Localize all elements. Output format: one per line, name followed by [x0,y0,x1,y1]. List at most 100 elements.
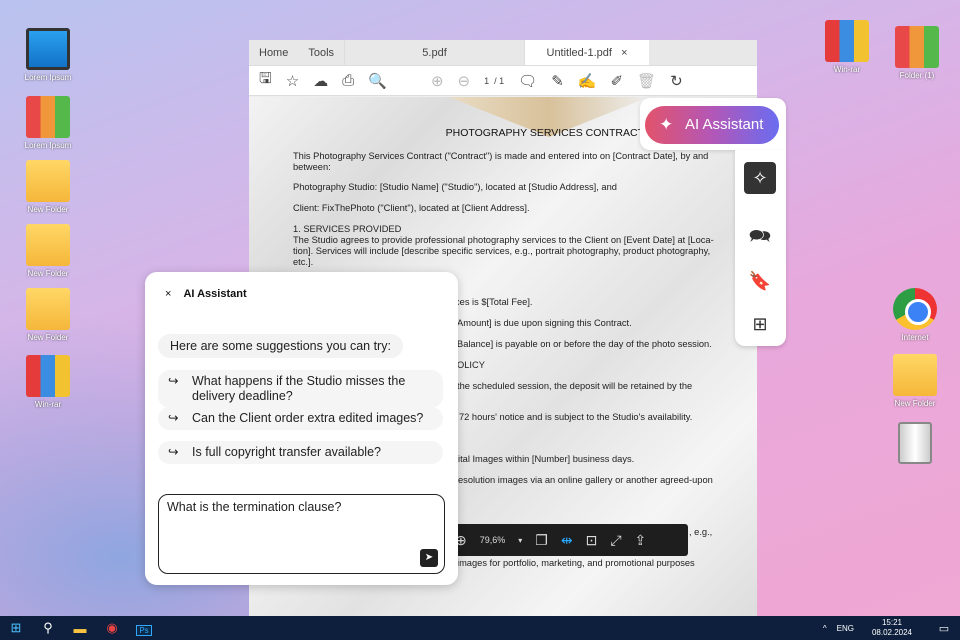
page-indicator[interactable]: 1 / 1 [484,76,504,86]
bookmark-icon[interactable]: 🔖 [744,265,776,297]
notifications-icon[interactable]: ▭ [928,622,960,635]
icon-label: Win-rar [833,65,861,74]
edit-tag-icon[interactable]: ✐ [610,72,623,90]
suggestion-item[interactable]: ↪ Is full copyright transfer available? [158,441,443,464]
page-current-input[interactable]: 1 [484,76,489,86]
tab-untitled[interactable]: Untitled-1.pdf × [524,40,650,65]
icon-label: Win-rar [34,400,62,409]
close-icon[interactable]: × [165,288,171,300]
icon-label: Internet [901,333,929,342]
comment-icon[interactable]: 🗨 [518,72,537,90]
computer-icon [26,28,70,70]
icon-label: New Folder [27,269,69,278]
zoom-level[interactable]: 79,6% [480,535,506,545]
doc-line: the scheduled session, the deposit will … [457,381,693,391]
doc-line: Amount] is due upon signing this Contrac… [457,318,632,328]
icon-label: Lorem Ipsum [24,73,72,82]
page-down-icon[interactable]: ⊖ [458,72,471,90]
doc-line: images for portfolio, marketing, and pro… [457,558,695,568]
photoshop-icon[interactable]: Ps [128,621,160,636]
message-input[interactable]: What is the termination clause? ➤ [158,494,445,574]
desktop-icon-folder1[interactable]: Folder (1) [882,26,952,80]
desktop-icon-folder[interactable]: New Folder [13,288,83,342]
page-total: / 1 [494,75,505,86]
desktop-icon-computer[interactable]: Lorem Ipsum [13,28,83,82]
date: 08.02.2024 [871,628,912,637]
doc-line: etc.]. [293,257,314,267]
fit-page-icon[interactable]: ⊡ [586,532,598,549]
close-tab-icon[interactable]: × [621,47,627,59]
windows-start-icon[interactable]: ⊞ [0,620,32,636]
desktop-icon-recycle-bin[interactable] [880,422,950,467]
folder-icon [893,354,937,396]
highlight-icon[interactable]: ✎ [551,72,564,90]
input-text: What is the termination clause? [167,500,342,514]
ai-assistant-button[interactable]: ✦ AI Assistant [645,106,779,144]
panel-title: AI Assistant [183,288,247,300]
tab-tools[interactable]: Tools [298,40,344,65]
folder-icon [26,224,70,266]
language-indicator[interactable]: ENG [837,624,854,633]
chevron-up-icon[interactable]: ^ [823,624,827,633]
icon-label: New Folder [27,205,69,214]
search-icon[interactable]: ⚲ [32,620,64,636]
desktop-icon-winrar[interactable]: Win-rar [13,355,83,409]
sign-icon[interactable]: ✍ [578,72,597,90]
tab-label: Untitled-1.pdf [546,47,612,59]
upload-cloud-icon[interactable]: ☁ [313,72,328,90]
fullscreen-icon[interactable]: ⤢ [610,532,621,549]
toolbar: 🖫 ☆ ☁ ⎙ 🔍 ⊕ ⊖ 1 / 1 🗨 ✎ ✍ ✐ 🗑 ↻ [249,66,757,96]
search-icon[interactable]: 🔍 [368,72,387,90]
doc-line: This Photography Services Contract ("Con… [293,151,709,161]
doc-line: Client: FixThePhoto ("Client"), located … [293,203,530,213]
chevron-down-icon[interactable]: ▾ [518,536,522,545]
doc-line: Photography Studio: [Studio Name] ("Stud… [293,182,617,192]
right-side-panel: ✧ 🗪 🔖 ⊞ [735,150,786,346]
save-icon[interactable]: 🖫 [259,68,272,93]
desktop-icon-folder[interactable]: New Folder [13,224,83,278]
doc-line: Balance] is payable on or before the day… [457,339,712,349]
desktop-icon-folder[interactable]: New Folder [13,160,83,214]
comments-icon[interactable]: 🗪 [744,220,776,252]
suggestion-text: Is full copyright transfer available? [192,445,381,459]
intro-message: Here are some suggestions you can try: [158,334,403,358]
send-icon[interactable]: ➤ [420,549,438,567]
arrow-icon: ↪ [168,411,179,425]
ai-assistant-button-container: ✦ AI Assistant [640,98,786,150]
desktop-icon-winrar[interactable]: Win-rar [812,20,882,74]
doc-line: between: [293,162,331,172]
icon-label: Lorem Ipsum [24,141,72,150]
tab-bar: Home Tools 5.pdf Untitled-1.pdf × [249,40,757,66]
folder-icon [26,160,70,202]
binders-icon [26,96,70,138]
print-icon[interactable]: ⎙ [342,72,354,89]
doc-line: The Studio agrees to provide professiona… [293,235,714,245]
suggestion-item[interactable]: ↪ Can the Client order extra edited image… [158,407,443,430]
icon-label: New Folder [27,333,69,342]
desktop-icon-binders[interactable]: Lorem Ipsum [13,96,83,150]
doc-line: 1. SERVICES PROVIDED [293,224,402,234]
suggestion-text: Can the Client order extra edited images… [192,411,424,425]
clock[interactable]: 15:21 08.02.2024 [872,618,912,638]
suggestion-item[interactable]: ↪ What happens if the Studio misses the d… [158,370,443,408]
tab-5pdf[interactable]: 5.pdf [344,40,524,65]
doc-line: ces is $[Total Fee]. [455,297,533,307]
redo-icon[interactable]: ↻ [670,72,683,90]
ai-assistant-panel: × AI Assistant Here are some suggestions … [145,272,458,585]
icon-label: Folder (1) [899,71,935,80]
trash-icon[interactable]: 🗑 [637,72,656,90]
fit-width-icon[interactable]: ⇹ [561,532,573,549]
page-up-icon[interactable]: ⊕ [431,72,444,90]
pages-icon[interactable]: ❐ [535,532,548,549]
export-icon[interactable]: ⇪ [635,532,647,549]
desktop-icon-internet[interactable]: Internet [880,288,950,342]
file-explorer-icon[interactable]: ▬ [64,621,96,636]
star-icon[interactable]: ☆ [286,72,299,90]
desktop-icon-folder[interactable]: New Folder [880,354,950,408]
grid-icon[interactable]: ⊞ [744,308,776,340]
ai-summary-icon[interactable]: ✧ [744,162,776,194]
tab-home[interactable]: Home [249,40,298,65]
chrome-icon[interactable]: ◉ [96,620,128,636]
taskbar: ⊞ ⚲ ▬ ◉ Ps ^ ENG 15:21 08.02.2024 ▭ [0,616,960,640]
folder-icon [26,288,70,330]
